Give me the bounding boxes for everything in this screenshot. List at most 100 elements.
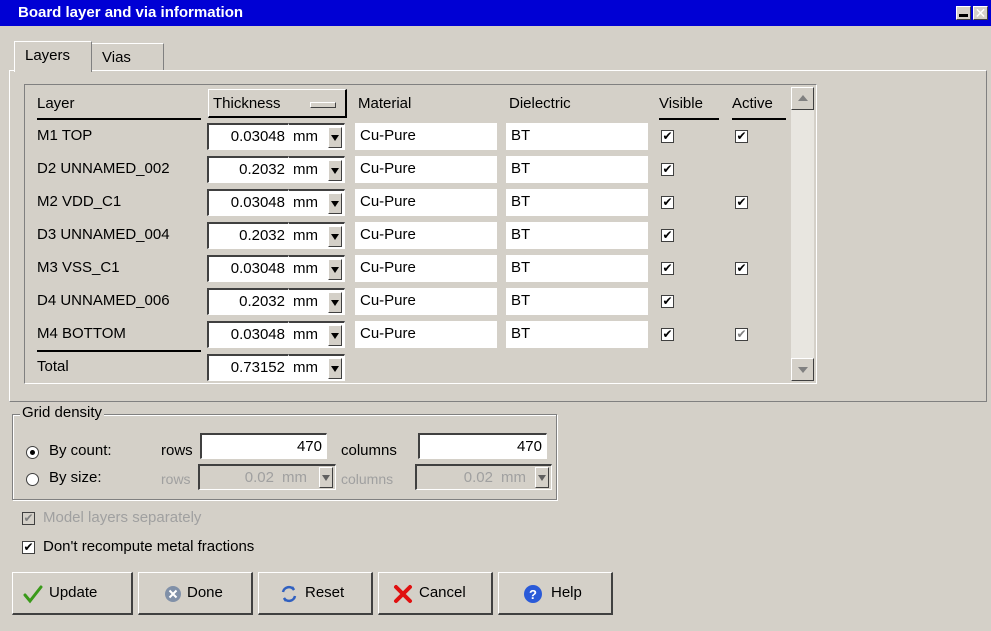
by-count-radio[interactable] [26, 446, 39, 459]
dielectric-cell[interactable]: BT [506, 156, 648, 183]
done-button[interactable]: Done [138, 572, 253, 615]
scroll-down-icon[interactable] [791, 358, 814, 381]
size-rows-input[interactable]: 0.02 [198, 464, 279, 490]
grid-scrollbar[interactable] [791, 87, 814, 381]
total-thickness: 0.73152 [207, 354, 289, 381]
thickness-input[interactable]: 0.03048 [207, 123, 289, 150]
chevron-down-icon[interactable] [328, 259, 342, 280]
total-separator [37, 350, 201, 352]
recycle-icon [281, 585, 297, 603]
layer-row: M3 VSS_C1 0.03048 mm Cu-Pure BT ✔ ✔ [25, 253, 795, 284]
thickness-input[interactable]: 0.2032 [207, 156, 289, 183]
unit-select[interactable]: mm [289, 222, 345, 249]
chevron-down-icon[interactable] [328, 325, 342, 346]
dielectric-cell[interactable]: BT [506, 321, 648, 348]
layer-row: M2 VDD_C1 0.03048 mm Cu-Pure BT ✔ ✔ [25, 187, 795, 218]
material-cell[interactable]: Cu-Pure [355, 123, 497, 150]
unit-select[interactable]: mm [289, 189, 345, 216]
window-title: Board layer and via information [18, 4, 244, 21]
unit-select[interactable]: mm [289, 156, 345, 183]
tab-vias[interactable]: Vias [92, 43, 164, 71]
active-checkbox[interactable]: ✔ [735, 262, 748, 275]
layer-row: D4 UNNAMED_006 0.2032 mm Cu-Pure BT ✔ [25, 286, 795, 317]
chevron-down-icon[interactable] [328, 127, 342, 148]
unit-select[interactable]: mm [289, 288, 345, 315]
material-cell[interactable]: Cu-Pure [355, 189, 497, 216]
dont-recompute-checkbox[interactable]: ✔ [22, 541, 35, 554]
active-checkbox[interactable]: ✔ [735, 130, 748, 143]
layer-name: M1 TOP [37, 127, 93, 144]
chevron-down-icon[interactable] [328, 226, 342, 247]
by-size-radio[interactable] [26, 473, 39, 486]
help-button[interactable]: ? Help [498, 572, 613, 615]
dielectric-cell[interactable]: BT [506, 189, 648, 216]
chevron-down-icon[interactable] [328, 292, 342, 313]
count-columns-input[interactable]: 470 [418, 433, 547, 459]
scroll-up-icon[interactable] [791, 87, 814, 110]
layer-name: D3 UNNAMED_004 [37, 226, 170, 243]
visible-checkbox[interactable]: ✔ [661, 328, 674, 341]
thickness-header-button[interactable]: Thickness [208, 89, 347, 118]
total-unit-select[interactable]: mm [289, 354, 345, 381]
material-cell[interactable]: Cu-Pure [355, 156, 497, 183]
rows-label: rows [161, 442, 193, 459]
dielectric-cell[interactable]: BT [506, 123, 648, 150]
chevron-down-icon[interactable] [319, 467, 333, 488]
active-checkbox[interactable]: ✔ [735, 196, 748, 209]
title-bar: Board layer and via information ✕ [0, 0, 991, 26]
visible-checkbox[interactable]: ✔ [661, 163, 674, 176]
dielectric-cell[interactable]: BT [506, 222, 648, 249]
header-dielectric: Dielectric [509, 95, 571, 112]
dielectric-cell[interactable]: BT [506, 288, 648, 315]
minimize-button[interactable] [956, 6, 971, 20]
material-cell[interactable]: Cu-Pure [355, 255, 497, 282]
header-active: Active [732, 95, 773, 112]
layer-name: D2 UNNAMED_002 [37, 160, 170, 177]
unit-select[interactable]: mm [289, 123, 345, 150]
thickness-input[interactable]: 0.2032 [207, 222, 289, 249]
model-layers-separately-checkbox[interactable]: ✔ [22, 512, 35, 525]
layer-row: D3 UNNAMED_004 0.2032 mm Cu-Pure BT ✔ [25, 220, 795, 251]
header-thickness: Thickness [213, 95, 281, 112]
reset-button[interactable]: Reset [258, 572, 373, 615]
visible-checkbox[interactable]: ✔ [661, 262, 674, 275]
size-columns-unit-select[interactable]: mm [497, 464, 552, 490]
total-label: Total [37, 358, 69, 375]
active-checkbox[interactable]: ✔ [735, 328, 748, 341]
material-cell[interactable]: Cu-Pure [355, 321, 497, 348]
chevron-down-icon[interactable] [328, 193, 342, 214]
unit-select[interactable]: mm [289, 255, 345, 282]
red-x-icon [394, 585, 412, 603]
visible-checkbox[interactable]: ✔ [661, 229, 674, 242]
material-cell[interactable]: Cu-Pure [355, 288, 497, 315]
thickness-input[interactable]: 0.03048 [207, 189, 289, 216]
count-rows-input[interactable]: 470 [200, 433, 327, 459]
chevron-down-icon[interactable] [328, 160, 342, 181]
unit-select[interactable]: mm [289, 321, 345, 348]
visible-checkbox[interactable]: ✔ [661, 130, 674, 143]
thickness-input[interactable]: 0.03048 [207, 255, 289, 282]
close-button[interactable]: ✕ [973, 6, 988, 20]
header-material: Material [358, 95, 412, 112]
size-rows-unit-select[interactable]: mm [278, 464, 336, 490]
sort-bar-icon [310, 102, 336, 108]
layer-name: D4 UNNAMED_006 [37, 292, 170, 309]
dielectric-cell[interactable]: BT [506, 255, 648, 282]
visible-checkbox[interactable]: ✔ [661, 196, 674, 209]
update-button[interactable]: Update [12, 572, 133, 615]
layer-row: M1 TOP 0.03048 mm Cu-Pure BT ✔ ✔ [25, 121, 795, 152]
thickness-input[interactable]: 0.2032 [207, 288, 289, 315]
chevron-down-icon[interactable] [328, 358, 342, 379]
cancel-button[interactable]: Cancel [378, 572, 493, 615]
tab-layers[interactable]: Layers [14, 41, 92, 72]
header-layer: Layer [37, 95, 75, 112]
thickness-input[interactable]: 0.03048 [207, 321, 289, 348]
header-underline [37, 118, 201, 120]
svg-text:?: ? [529, 587, 537, 602]
chevron-down-icon[interactable] [535, 467, 549, 488]
size-columns-input[interactable]: 0.02 [415, 464, 498, 490]
columns-label: columns [341, 442, 397, 459]
header-visible: Visible [659, 95, 703, 112]
material-cell[interactable]: Cu-Pure [355, 222, 497, 249]
visible-checkbox[interactable]: ✔ [661, 295, 674, 308]
